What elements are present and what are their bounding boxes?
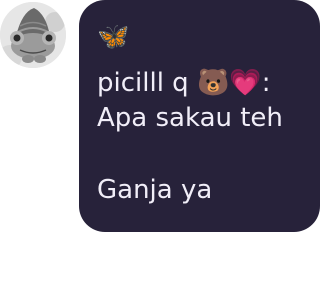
message-bubble[interactable]: 🦋 picilll q 🐻💗: Apa sakau teh Ganja ya: [79, 0, 320, 232]
message-line-emoji: 🦋: [97, 22, 130, 52]
avatar[interactable]: [0, 2, 66, 68]
chat-message-row: 🦋 picilll q 🐻💗: Apa sakau teh Ganja ya: [0, 0, 320, 281]
message-line-question: Apa sakau teh: [97, 103, 283, 133]
message-line-reply: Ganja ya: [97, 175, 213, 205]
message-line-greeting: picilll q 🐻💗:: [97, 68, 271, 98]
frog-avatar-icon: [0, 2, 66, 68]
